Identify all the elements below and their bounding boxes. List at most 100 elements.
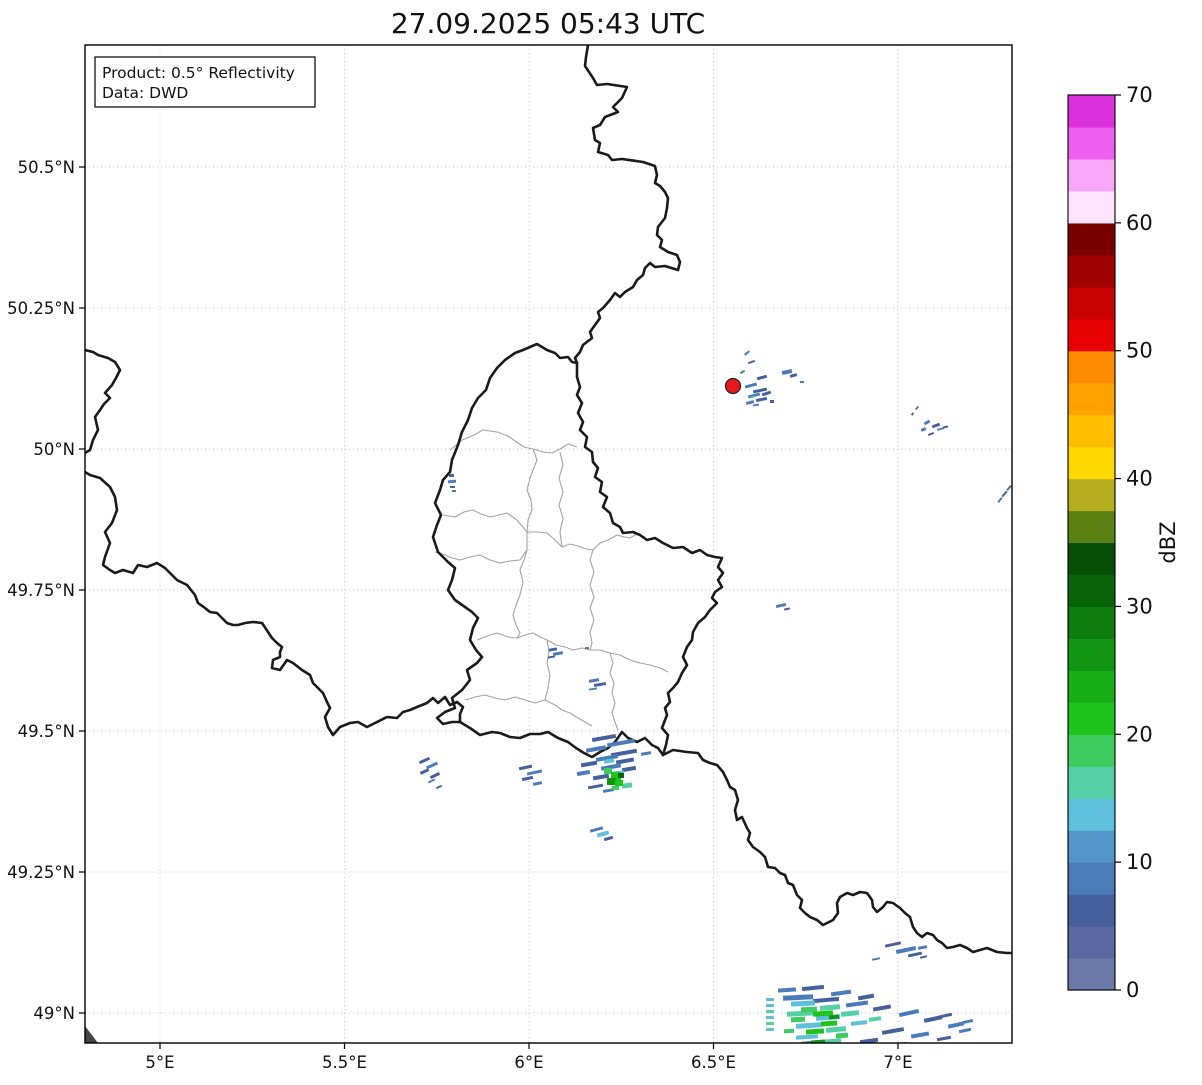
colorbar-cell xyxy=(1068,223,1115,256)
echo-streak xyxy=(604,768,612,774)
echo-streak xyxy=(943,425,948,428)
region-border xyxy=(513,550,527,638)
colorbar-cell xyxy=(1068,574,1115,607)
echo-streak xyxy=(820,1004,840,1011)
colorbar-cell xyxy=(1068,958,1115,991)
colorbar-cell xyxy=(1068,255,1115,288)
country-border xyxy=(577,363,723,755)
echo-streak xyxy=(577,770,590,776)
echo-streak xyxy=(800,381,804,383)
radar-figure-svg: 27.09.2025 05:43 UTC 5°E5.5°E6°E6.5°E7°E… xyxy=(0,0,1202,1081)
colorbar-cell xyxy=(1068,894,1115,927)
radar-site-marker xyxy=(726,379,741,394)
echo-streak xyxy=(428,779,435,784)
y-tick-label: 49.5°N xyxy=(18,722,75,741)
echo-streak xyxy=(746,400,755,405)
colorbar-ticks: 010203040506070 xyxy=(1115,83,1153,1002)
echo-streak xyxy=(449,474,454,477)
echo-streak xyxy=(928,432,934,436)
region-border xyxy=(435,532,527,563)
echo-streak xyxy=(748,360,755,364)
echo-streak xyxy=(918,945,927,950)
echo-streak xyxy=(776,603,786,608)
echo-streak xyxy=(553,651,563,656)
colorbar-tick-label: 30 xyxy=(1126,594,1153,618)
echo-streak xyxy=(612,786,619,790)
echo-streak xyxy=(419,757,430,764)
echo-streak xyxy=(604,836,613,841)
echo-streak xyxy=(592,734,616,742)
echo-streak xyxy=(778,987,796,992)
echo-streak xyxy=(1001,491,1007,498)
echo-streak xyxy=(796,1022,822,1029)
region-border xyxy=(465,695,592,726)
echo-streak xyxy=(589,678,599,683)
colorbar-unit-label: dBZ xyxy=(1156,521,1180,563)
echo-streak xyxy=(740,370,745,374)
echo-streak xyxy=(766,1010,774,1013)
echo-streak xyxy=(813,997,839,1003)
echo-streak xyxy=(846,1000,868,1007)
echo-streak xyxy=(436,785,442,789)
echo-streak xyxy=(588,784,603,790)
colorbar-cell xyxy=(1068,638,1115,671)
echo-streak xyxy=(882,1027,904,1035)
colorbar-cell xyxy=(1068,606,1115,639)
echo-streak xyxy=(430,772,440,779)
y-tick-label: 49°N xyxy=(33,1004,75,1023)
colorbar-cell xyxy=(1068,95,1115,128)
echo-streak xyxy=(594,682,606,687)
map-frame xyxy=(85,45,1012,1043)
echo-streak xyxy=(548,655,555,658)
echo-streak xyxy=(783,994,813,1001)
echo-streak xyxy=(766,1016,774,1019)
colorbar-cell xyxy=(1068,447,1115,480)
echo-streak xyxy=(527,769,542,775)
echo-streak xyxy=(826,1026,846,1033)
echo-streak xyxy=(940,1013,952,1018)
echo-streak xyxy=(802,985,824,991)
echo-streak xyxy=(920,955,927,958)
echo-streak xyxy=(924,420,931,426)
echo-streak xyxy=(915,406,919,410)
echo-streak xyxy=(896,946,916,954)
echo-streak xyxy=(796,1034,818,1040)
echo-streak xyxy=(921,427,927,432)
info-data-line: Data: DWD xyxy=(102,84,188,102)
echo-streak xyxy=(616,757,634,764)
y-tick-label: 49.25°N xyxy=(7,863,75,882)
echo-streak xyxy=(948,1021,964,1028)
info-box: Product: 0.5° Reflectivity Data: DWD xyxy=(95,57,315,107)
echo-streak xyxy=(420,768,429,775)
echo-streak xyxy=(770,400,774,403)
echo-streak xyxy=(997,497,1002,503)
echo-streak xyxy=(622,782,633,788)
echo-streak xyxy=(622,766,636,772)
y-tick-label: 50.25°N xyxy=(7,299,75,318)
colorbar-cell xyxy=(1068,734,1115,767)
echo-streak xyxy=(597,831,610,838)
echo-streak xyxy=(757,375,767,380)
echo-streak xyxy=(766,1022,774,1025)
region-border xyxy=(477,633,668,672)
echo-streak xyxy=(791,1017,805,1023)
region-border xyxy=(590,550,594,650)
echo-streak xyxy=(858,994,874,1001)
country-border xyxy=(85,350,120,453)
echo-streak xyxy=(899,1009,919,1017)
colorbar-cell xyxy=(1068,351,1115,384)
echo-streak xyxy=(452,490,456,492)
x-tick-label: 7°E xyxy=(883,1053,912,1072)
x-tick-label: 6°E xyxy=(514,1053,543,1072)
colorbar-cells xyxy=(1068,95,1115,991)
echo-streak xyxy=(937,1036,951,1041)
echo-streak xyxy=(885,941,901,947)
colorbar-cell xyxy=(1068,862,1115,895)
echo-streak xyxy=(448,480,456,484)
echo-streak xyxy=(784,607,790,610)
colorbar-cell xyxy=(1068,830,1115,863)
region-border xyxy=(527,449,537,532)
echo-streak xyxy=(806,1028,824,1034)
info-product-line: Product: 0.5° Reflectivity xyxy=(102,64,295,82)
colorbar-cell xyxy=(1068,383,1115,416)
